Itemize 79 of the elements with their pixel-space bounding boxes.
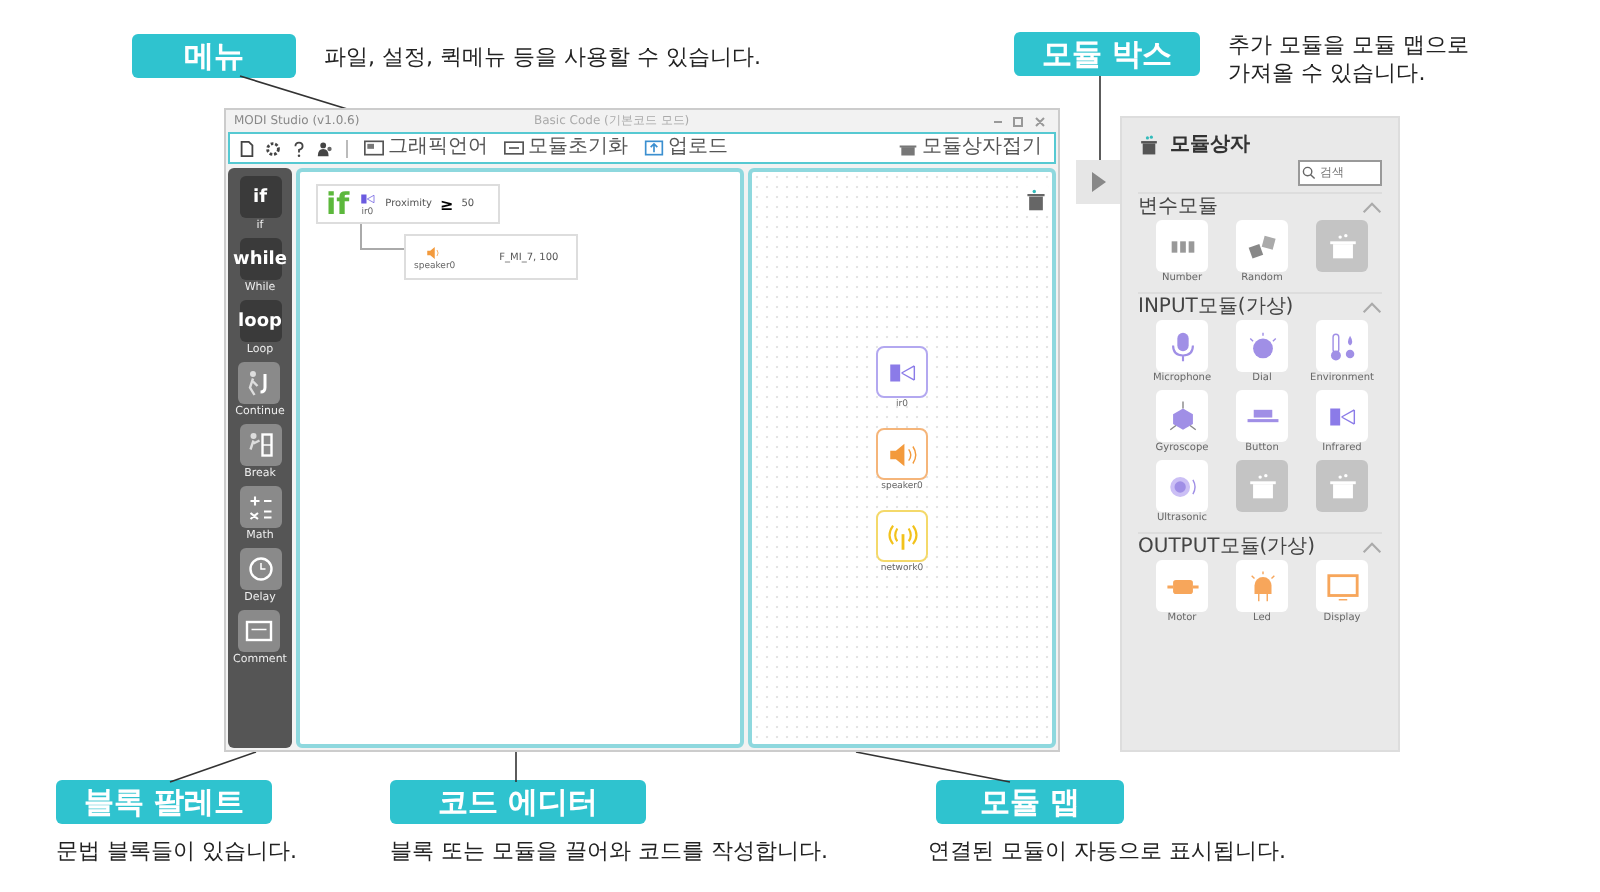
collapse-button[interactable]: 모듈상자접기 xyxy=(894,136,1046,160)
antenna-icon xyxy=(885,519,919,553)
module-tile[interactable] xyxy=(876,428,928,480)
users-icon[interactable] xyxy=(316,139,334,157)
callout-label: 블록 팔레트 xyxy=(56,780,273,824)
module-tile[interactable] xyxy=(876,510,928,562)
module-tile[interactable] xyxy=(1316,320,1368,372)
speaker-icon xyxy=(424,243,445,261)
callout-label: 코드 에디터 xyxy=(390,780,647,824)
pot-icon xyxy=(1138,133,1160,155)
module-tile[interactable] xyxy=(1316,560,1368,612)
block-tile[interactable]: if xyxy=(239,176,281,218)
module-tile[interactable] xyxy=(1236,220,1288,272)
module-tile[interactable] xyxy=(1236,320,1288,372)
block-tile[interactable] xyxy=(238,362,281,404)
section-title: 변수모듈 xyxy=(1138,196,1218,220)
block-tile[interactable]: loop xyxy=(239,300,281,342)
if-keyword: if xyxy=(326,189,350,219)
module-tile[interactable] xyxy=(1156,560,1208,612)
clock-icon xyxy=(245,554,275,584)
module-tile[interactable] xyxy=(1236,460,1288,512)
callout-label: 모듈 맵 xyxy=(936,780,1125,824)
module-tile[interactable] xyxy=(1156,460,1208,512)
cube-icon xyxy=(1165,399,1199,433)
pot-icon xyxy=(1325,229,1359,263)
module-tile[interactable] xyxy=(876,346,928,398)
callout-description: 블록 또는 모듈을 끌어와 코드를 작성합니다. xyxy=(390,836,828,866)
bulb-icon xyxy=(1245,569,1279,603)
callout-label: 메뉴 xyxy=(132,34,296,78)
note-icon xyxy=(244,616,275,646)
upload-icon xyxy=(644,140,664,156)
toolbar-button[interactable]: 모듈초기화 xyxy=(500,136,632,160)
settings-icon[interactable] xyxy=(264,139,282,157)
module-tile[interactable] xyxy=(1156,320,1208,372)
module-tile[interactable] xyxy=(1316,220,1368,272)
module-tile[interactable] xyxy=(1156,390,1208,442)
module-tile[interactable] xyxy=(1316,390,1368,442)
new-file-icon[interactable] xyxy=(238,139,256,157)
push-button-icon xyxy=(1245,408,1279,424)
toolbar-button[interactable]: 업로드 xyxy=(640,136,732,160)
block-tile[interactable] xyxy=(238,610,281,652)
section-title: OUTPUT모듈(가상) xyxy=(1138,536,1316,560)
leader-line xyxy=(169,751,257,783)
panel-title: 모듈상자 xyxy=(1170,132,1250,158)
help-icon[interactable] xyxy=(290,139,308,157)
block-tile[interactable] xyxy=(239,424,281,466)
triangle-icon xyxy=(1090,172,1106,192)
module-tile[interactable] xyxy=(1156,220,1208,272)
operator: ≥ xyxy=(439,195,454,213)
pot-icon xyxy=(1325,469,1359,503)
section-title: INPUT모듈(가상) xyxy=(1138,296,1294,320)
expand-tab[interactable] xyxy=(1076,160,1120,204)
sensor-icon xyxy=(357,190,378,208)
chevron-up-icon[interactable] xyxy=(1362,302,1382,314)
callout-description: 추가 모듈을 모듈 맵으로 가져올 수 있습니다. xyxy=(1228,32,1472,88)
module-tile[interactable] xyxy=(1316,460,1368,512)
chevron-up-icon[interactable] xyxy=(1362,542,1382,554)
module-tile[interactable] xyxy=(1236,560,1288,612)
toolbar-button[interactable]: 그래픽언어 xyxy=(360,136,492,160)
callout-description: 파일, 설정, 퀵메뉴 등을 사용할 수 있습니다. xyxy=(324,41,761,71)
trash-icon[interactable] xyxy=(1024,186,1048,214)
callout-label: 모듈 박스 xyxy=(1014,32,1201,76)
module-tile[interactable] xyxy=(1236,390,1288,442)
dial-icon xyxy=(1245,329,1279,363)
runner-icon xyxy=(245,430,275,460)
callout-description: 연결된 모듈이 자동으로 표시됩니다. xyxy=(928,836,1286,866)
math-icon xyxy=(245,492,275,522)
monitor-icon xyxy=(1325,569,1359,603)
pot-icon xyxy=(898,140,918,156)
leader-line xyxy=(515,751,517,783)
leader-line xyxy=(1099,75,1101,165)
block-tile[interactable] xyxy=(239,486,281,528)
block-tile[interactable] xyxy=(239,548,281,590)
chevron-up-icon[interactable] xyxy=(1362,202,1382,214)
callout-description: 문법 블록들이 있습니다. xyxy=(56,836,297,866)
pot-icon xyxy=(1245,469,1279,503)
thermometer-icon xyxy=(1325,329,1359,363)
window-icon xyxy=(364,140,384,156)
window-controls-icon[interactable] xyxy=(990,113,1050,129)
